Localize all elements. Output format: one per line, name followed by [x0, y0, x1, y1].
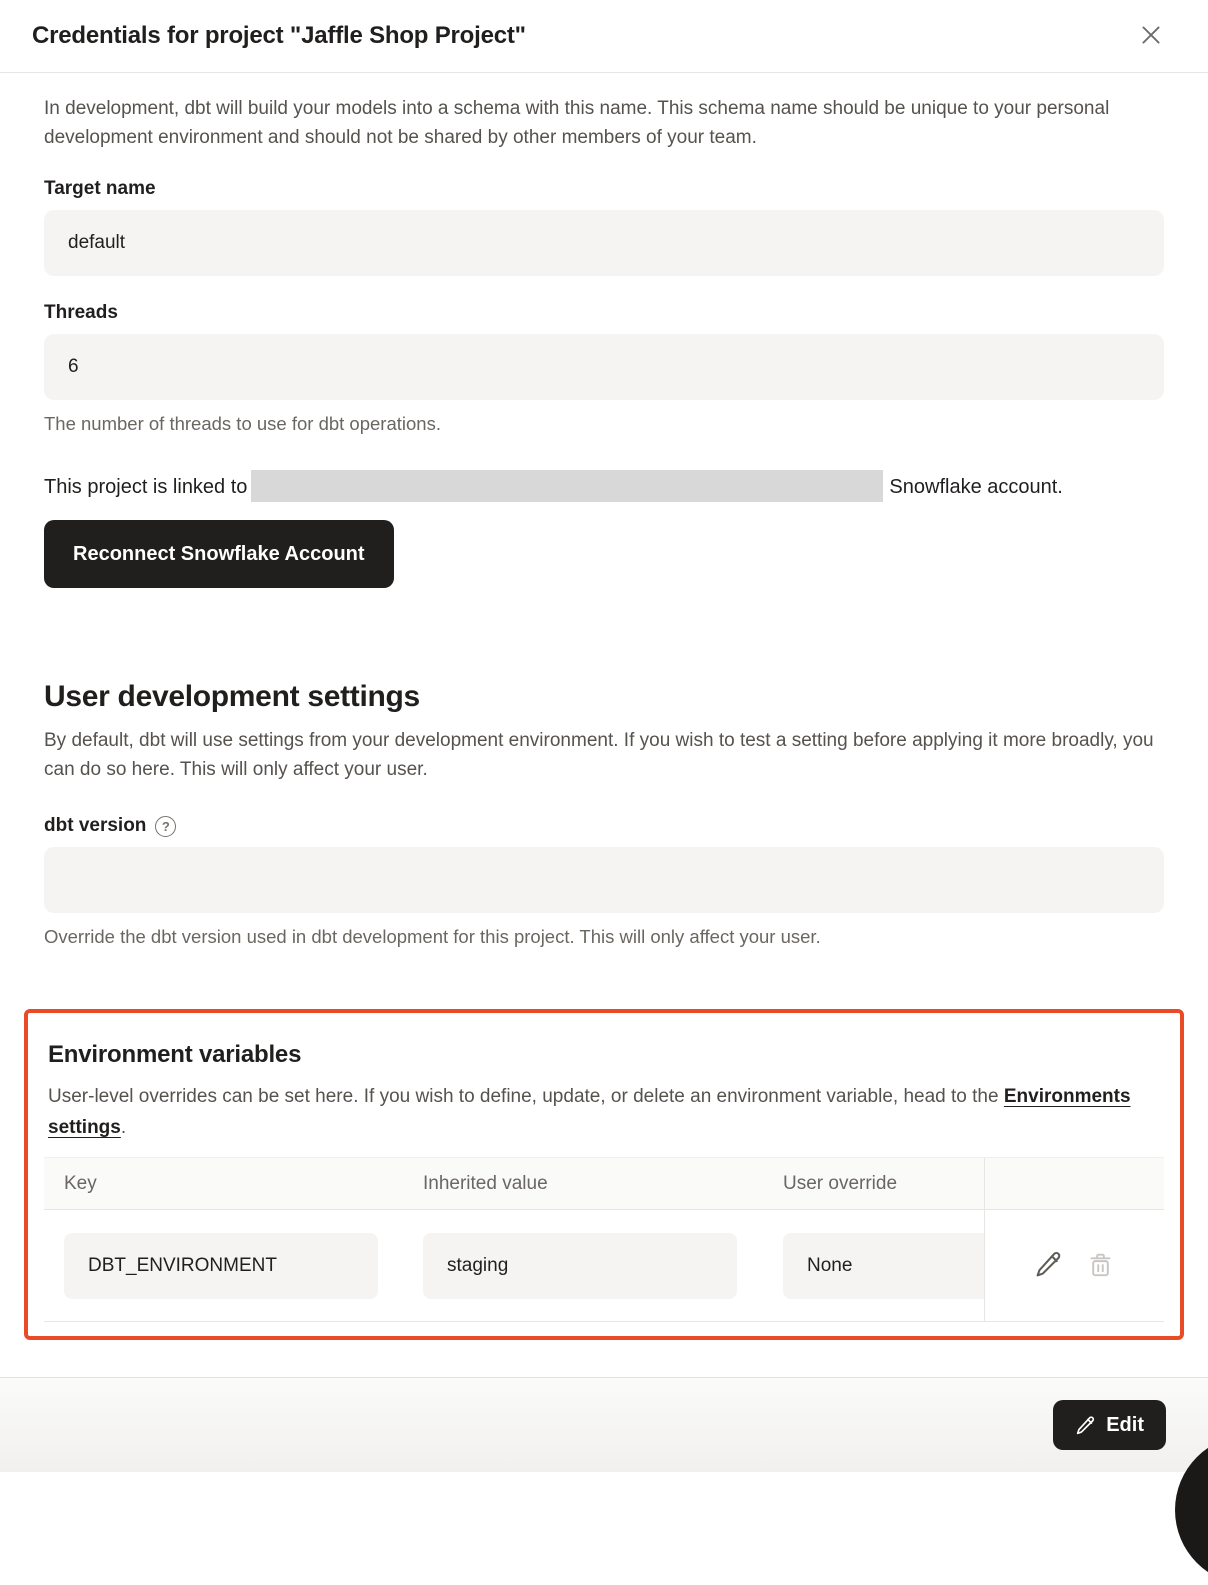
environment-variables-section: Environment variables User-level overrid… [24, 1009, 1184, 1340]
edit-row-button[interactable] [1034, 1250, 1063, 1282]
pencil-icon [1034, 1250, 1063, 1282]
dbt-version-label: dbt version [44, 815, 146, 837]
modal-footer: Edit [0, 1377, 1208, 1472]
help-icon[interactable]: ? [155, 816, 176, 837]
edit-button[interactable]: Edit [1053, 1400, 1166, 1450]
env-var-override-value: None [783, 1233, 984, 1299]
env-vars-desc-period: . [121, 1117, 126, 1138]
reconnect-snowflake-button[interactable]: Reconnect Snowflake Account [44, 520, 394, 588]
table-column-divider [984, 1158, 985, 1322]
column-header-key: Key [44, 1173, 403, 1195]
env-vars-description: User-level overrides can be set here. If… [44, 1081, 1164, 1143]
user-dev-settings-heading: User development settings [44, 680, 1164, 714]
schema-intro-text: In development, dbt will build your mode… [44, 94, 1164, 152]
column-header-user-override: User override [763, 1173, 984, 1195]
corner-fab-button[interactable] [1175, 1435, 1208, 1585]
trash-icon [1087, 1251, 1114, 1281]
column-header-inherited-value: Inherited value [403, 1173, 763, 1195]
table-row: DBT_ENVIRONMENT staging None [44, 1210, 1164, 1322]
threads-field: 6 [44, 334, 1164, 400]
modal-title: Credentials for project "Jaffle Shop Pro… [32, 22, 526, 50]
target-name-field: default [44, 210, 1164, 276]
modal-body: In development, dbt will build your mode… [0, 94, 1208, 948]
env-vars-heading: Environment variables [44, 1041, 1164, 1069]
env-var-inherited-value: staging [423, 1233, 737, 1299]
table-header-row: Key Inherited value User override [44, 1158, 1164, 1210]
snowflake-text-after: Snowflake account. [889, 476, 1062, 498]
redacted-account-name [251, 470, 883, 502]
snowflake-text-before: This project is linked to [44, 476, 247, 498]
env-vars-table: Key Inherited value User override DBT_EN… [44, 1157, 1164, 1322]
close-button[interactable] [1136, 21, 1166, 51]
dbt-version-help-text: Override the dbt version used in dbt dev… [44, 926, 1164, 948]
threads-help-text: The number of threads to use for dbt ope… [44, 413, 1164, 435]
snowflake-linked-text: This project is linked to Snowflake accou… [44, 469, 1164, 505]
threads-label: Threads [44, 302, 1164, 324]
edit-pencil-icon [1075, 1415, 1096, 1436]
edit-button-label: Edit [1106, 1414, 1144, 1437]
close-icon [1138, 22, 1164, 51]
target-name-label: Target name [44, 178, 1164, 200]
modal-header: Credentials for project "Jaffle Shop Pro… [0, 0, 1208, 73]
user-dev-settings-description: By default, dbt will use settings from y… [44, 726, 1164, 784]
env-vars-desc-text: User-level overrides can be set here. If… [48, 1086, 1004, 1107]
env-var-key-value: DBT_ENVIRONMENT [64, 1233, 378, 1299]
delete-row-button[interactable] [1087, 1251, 1114, 1281]
dbt-version-field [44, 847, 1164, 913]
